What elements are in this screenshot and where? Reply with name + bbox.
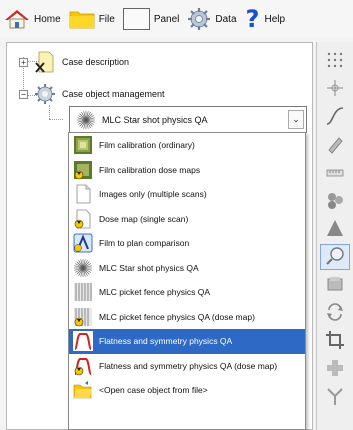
panel-icon xyxy=(122,8,150,30)
dropdown-option[interactable]: Dose map (single scan) xyxy=(69,207,305,232)
plus-icon xyxy=(325,358,345,380)
comparison-icon xyxy=(73,233,93,253)
layers-icon xyxy=(325,274,345,296)
dropdown-option[interactable]: MLC picket fence physics QA (dose map) xyxy=(69,305,305,330)
dropdown-option-label: MLC picket fence physics QA (dose map) xyxy=(99,311,255,322)
curve-icon xyxy=(325,106,345,128)
dropdown-option-label: Flatness and symmetry physics QA xyxy=(99,336,233,347)
file-label: File xyxy=(98,13,115,25)
panel-label: Panel xyxy=(153,13,180,25)
profile-dose-icon xyxy=(73,356,93,376)
tool-button-magnifier[interactable] xyxy=(320,244,350,270)
document-icon xyxy=(73,184,93,204)
document-edit-icon xyxy=(34,51,56,73)
starburst-icon xyxy=(73,258,93,278)
case-object-dropdown: Film calibration (ordinary) Film calibrat… xyxy=(68,132,306,430)
tree-label: Case object management xyxy=(62,89,165,99)
tool-button-circles[interactable] xyxy=(320,188,350,214)
dropdown-option[interactable]: Film calibration (ordinary) xyxy=(69,133,305,158)
tool-palette xyxy=(316,42,353,430)
home-label: Home xyxy=(34,13,61,25)
help-label: Help xyxy=(264,13,286,25)
grid-dots-icon xyxy=(325,50,345,72)
picket-fence-dose-icon xyxy=(73,307,93,327)
home-icon xyxy=(4,9,30,29)
starburst-icon xyxy=(76,110,96,130)
tree-connector xyxy=(49,105,50,119)
tool-button-ruler[interactable] xyxy=(320,160,350,186)
tool-button-grid-dots[interactable] xyxy=(320,48,350,74)
tool-button-crop[interactable] xyxy=(320,328,350,354)
dropdown-option[interactable]: MLC picket fence physics QA xyxy=(69,280,305,305)
dropdown-option[interactable]: Flatness and symmetry physics QA (dose m… xyxy=(69,354,305,379)
triangle-icon xyxy=(325,218,345,240)
dropdown-option[interactable]: MLC Star shot physics QA xyxy=(69,256,305,281)
tool-button-fork[interactable] xyxy=(320,384,350,410)
panel-button[interactable]: Panel xyxy=(122,8,180,30)
ruler-icon xyxy=(325,162,345,184)
picket-fence-icon xyxy=(73,282,93,302)
dropdown-option[interactable]: <Open case object from file> xyxy=(69,378,305,403)
dropdown-option-label: Film calibration dose maps xyxy=(99,164,201,175)
tree-label: Case description xyxy=(62,57,130,67)
tool-button-layers[interactable] xyxy=(320,272,350,298)
arrows-cycle-icon xyxy=(325,302,345,324)
dropdown-option-label: Images only (multiple scans) xyxy=(99,189,207,200)
tool-button-arrows-cycle[interactable] xyxy=(320,300,350,326)
pen-icon xyxy=(325,134,345,156)
dropdown-arrow-button[interactable]: ⌄ xyxy=(288,110,304,129)
dropdown-option[interactable]: Flatness and symmetry physics QA xyxy=(69,329,305,354)
data-button[interactable]: Data xyxy=(187,7,237,31)
film-calibration-icon xyxy=(73,135,93,155)
folder-icon xyxy=(69,9,95,29)
dropdown-option[interactable]: Film to plan comparison xyxy=(69,231,305,256)
chevron-down-icon: ⌄ xyxy=(292,114,300,124)
dose-map-icon xyxy=(73,209,93,229)
fork-icon xyxy=(325,386,345,408)
tool-button-pen[interactable] xyxy=(320,132,350,158)
open-folder-icon xyxy=(73,380,93,400)
dropdown-option-label: Film to plan comparison xyxy=(99,238,190,249)
circles-icon xyxy=(325,190,345,212)
file-button[interactable]: File xyxy=(69,9,115,29)
film-calibration-dose-icon xyxy=(73,160,93,180)
collapse-toggle[interactable]: − xyxy=(19,89,28,99)
dropdown-option[interactable]: Film calibration dose maps xyxy=(69,158,305,183)
magnifier-icon xyxy=(325,246,345,268)
tool-button-curve[interactable] xyxy=(320,104,350,130)
profile-icon xyxy=(73,331,93,352)
toolbar: Home File Panel Data ? Help xyxy=(0,0,353,38)
question-mark-icon: ? xyxy=(245,5,260,33)
combo-selected-label: MLC Star shot physics QA xyxy=(102,114,208,125)
dropdown-option-label: MLC Star shot physics QA xyxy=(99,262,199,273)
tool-button-triangle[interactable] xyxy=(320,216,350,242)
tree-node-case-description[interactable]: + Case description xyxy=(19,51,129,73)
home-button[interactable]: Home xyxy=(4,9,61,29)
tool-button-crosshair[interactable] xyxy=(320,76,350,102)
dropdown-option[interactable]: Images only (multiple scans) xyxy=(69,182,305,207)
dropdown-option-label: <Open case object from file> xyxy=(99,385,208,396)
gear-icon xyxy=(187,7,211,31)
tool-button-plus[interactable] xyxy=(320,356,350,382)
crosshair-icon xyxy=(325,78,345,100)
data-label: Data xyxy=(215,13,237,25)
tree-connector xyxy=(49,119,63,120)
dropdown-option-label: Flatness and symmetry physics QA (dose m… xyxy=(99,360,278,371)
dropdown-option-label: Film calibration (ordinary) xyxy=(99,140,195,151)
dropdown-option-label: Dose map (single scan) xyxy=(99,213,189,224)
tree-node-case-object-management[interactable]: − Case object management xyxy=(19,83,165,105)
dropdown-option-label: MLC picket fence physics QA xyxy=(99,287,211,298)
help-button[interactable]: ? Help xyxy=(245,7,286,31)
case-object-combo[interactable]: MLC Star shot physics QA ⌄ xyxy=(69,106,307,133)
crop-icon xyxy=(325,330,345,352)
expand-toggle[interactable]: + xyxy=(19,57,28,67)
gear-icon xyxy=(34,83,56,105)
